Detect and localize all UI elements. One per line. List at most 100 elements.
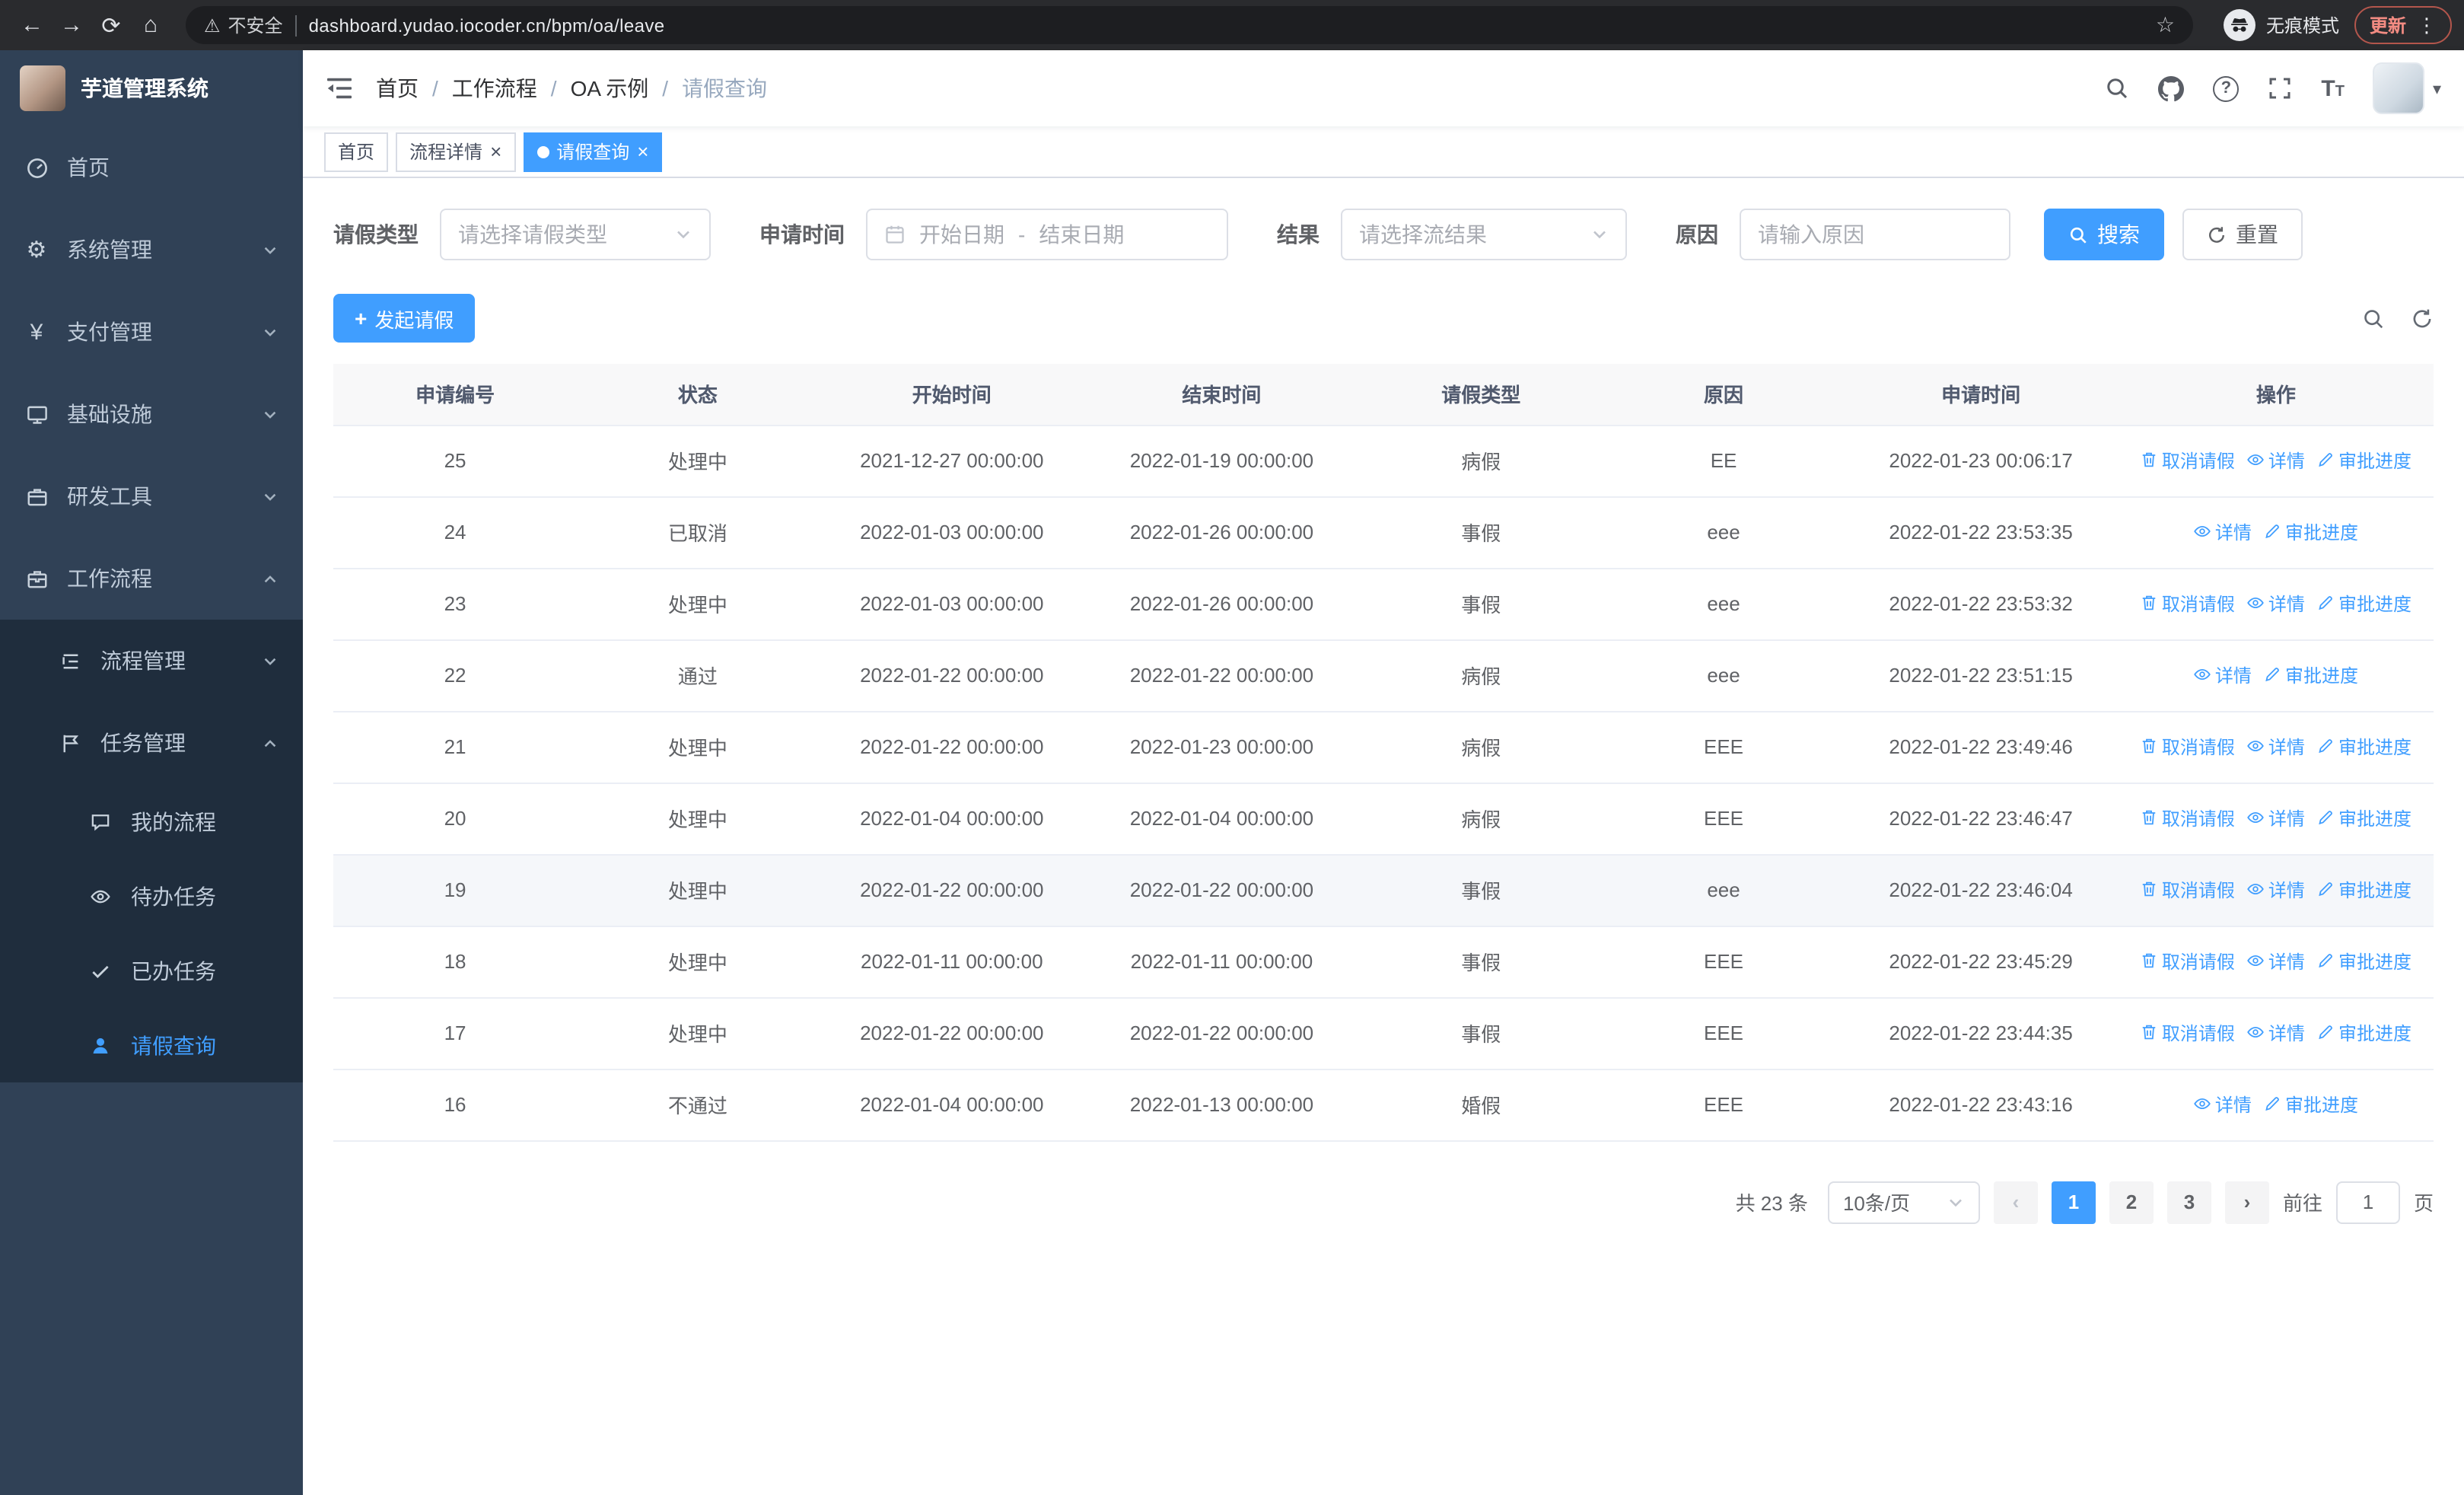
- breadcrumb-item[interactable]: OA 示例: [571, 73, 649, 104]
- cell-apply-no: 22: [333, 639, 578, 712]
- github-icon[interactable]: [2158, 75, 2185, 101]
- warning-icon: ⚠: [204, 14, 221, 36]
- avatar[interactable]: [2373, 62, 2425, 114]
- detail-action[interactable]: 详情: [2247, 805, 2305, 831]
- approval-progress-action[interactable]: 审批进度: [2264, 519, 2358, 545]
- help-icon[interactable]: ?: [2213, 75, 2240, 101]
- cancel-leave-action[interactable]: 取消请假: [2141, 877, 2235, 903]
- sidebar-item-infra[interactable]: 基础设施: [0, 373, 303, 455]
- tab-home[interactable]: 首页: [324, 132, 389, 171]
- browser-reload-button[interactable]: ⟳: [91, 5, 131, 45]
- eye-icon: [2248, 812, 2265, 824]
- user-menu[interactable]: ▾: [2373, 62, 2441, 114]
- sidebar-item-system[interactable]: ⚙ 系统管理: [0, 209, 303, 291]
- sidebar-item-leave-query[interactable]: 请假查询: [0, 1008, 303, 1082]
- cell-reason: EEE: [1603, 926, 1844, 998]
- update-label: 更新: [2369, 15, 2406, 37]
- address-bar[interactable]: ⚠ 不安全 dashboard.yudao.iocoder.cn/bpm/oa/…: [186, 6, 2193, 44]
- approval-progress-action[interactable]: 审批进度: [2317, 448, 2411, 473]
- approval-progress-action[interactable]: 审批进度: [2317, 1020, 2411, 1046]
- cancel-leave-action[interactable]: 取消请假: [2141, 734, 2235, 760]
- incognito-icon: [2223, 9, 2255, 41]
- tab-leave-query[interactable]: 请假查询 ×: [523, 132, 663, 171]
- column-header-status: 状态: [577, 364, 819, 426]
- bookmark-star-icon[interactable]: ☆: [2156, 12, 2175, 38]
- cancel-leave-action[interactable]: 取消请假: [2141, 591, 2235, 617]
- detail-action[interactable]: 详情: [2247, 448, 2305, 473]
- edit-icon: [2319, 1025, 2333, 1040]
- browser-menu-icon[interactable]: ⋮: [2417, 13, 2437, 37]
- create-leave-button[interactable]: + 发起请假: [333, 294, 476, 343]
- cell-status: 不通过: [577, 1069, 819, 1141]
- result-select[interactable]: 请选择流结果: [1341, 209, 1627, 260]
- approval-progress-action[interactable]: 审批进度: [2264, 662, 2358, 688]
- reset-button[interactable]: 重置: [2182, 209, 2303, 260]
- search-button[interactable]: 搜索: [2044, 209, 2164, 260]
- search-icon[interactable]: [2105, 76, 2129, 100]
- sidebar-item-task-mgmt[interactable]: 任务管理: [0, 702, 303, 784]
- active-dot: [536, 145, 549, 158]
- approval-progress-action[interactable]: 审批进度: [2317, 591, 2411, 617]
- breadcrumb-item[interactable]: 工作流程: [452, 73, 537, 104]
- date-range-picker[interactable]: 开始日期 - 结束日期: [866, 209, 1228, 260]
- browser-forward-button[interactable]: →: [52, 5, 91, 45]
- sidebar-item-todo-tasks[interactable]: 待办任务: [0, 859, 303, 933]
- approval-progress-action[interactable]: 审批进度: [2317, 877, 2411, 903]
- cancel-leave-action[interactable]: 取消请假: [2141, 805, 2235, 831]
- detail-action[interactable]: 详情: [2247, 591, 2305, 617]
- detail-action[interactable]: 详情: [2247, 877, 2305, 903]
- approval-progress-action[interactable]: 审批进度: [2317, 948, 2411, 974]
- browser-home-button[interactable]: ⌂: [131, 5, 170, 45]
- sidebar-item-home[interactable]: 首页: [0, 126, 303, 209]
- next-page-button[interactable]: ›: [2224, 1181, 2269, 1223]
- detail-action[interactable]: 详情: [2194, 519, 2252, 545]
- leave-type-select[interactable]: 请选择请假类型: [440, 209, 711, 260]
- close-icon[interactable]: ×: [490, 142, 501, 161]
- eye-icon: [2248, 884, 2265, 895]
- url-text[interactable]: dashboard.yudao.iocoder.cn/bpm/oa/leave: [309, 14, 2156, 36]
- cell-apply-no: 25: [333, 425, 578, 497]
- font-size-icon[interactable]: TT: [2321, 77, 2345, 100]
- cancel-leave-action[interactable]: 取消请假: [2141, 948, 2235, 974]
- goto-page-input[interactable]: [2335, 1181, 2400, 1223]
- sidebar-item-my-process[interactable]: 我的流程: [0, 784, 303, 859]
- detail-action[interactable]: 详情: [2194, 662, 2252, 688]
- fullscreen-icon[interactable]: [2268, 76, 2292, 100]
- cancel-leave-action[interactable]: 取消请假: [2141, 448, 2235, 473]
- reason-input[interactable]: [1740, 209, 2010, 260]
- sidebar-toggle-icon[interactable]: [326, 76, 353, 100]
- cell-status: 通过: [577, 639, 819, 712]
- cancel-leave-action[interactable]: 取消请假: [2141, 1020, 2235, 1046]
- tab-process-detail[interactable]: 流程详情 ×: [396, 132, 516, 171]
- breadcrumb-item[interactable]: 首页: [376, 73, 419, 104]
- table-refresh-icon[interactable]: [2411, 307, 2434, 330]
- sidebar-item-workflow[interactable]: 工作流程: [0, 537, 303, 620]
- sidebar-item-devtools[interactable]: 研发工具: [0, 455, 303, 537]
- detail-action[interactable]: 详情: [2194, 1092, 2252, 1117]
- cell-leave-type: 病假: [1358, 783, 1604, 855]
- sidebar-item-done-tasks[interactable]: 已办任务: [0, 933, 303, 1008]
- approval-progress-action[interactable]: 审批进度: [2317, 805, 2411, 831]
- cell-start-time: 2022-01-04 00:00:00: [818, 783, 1086, 855]
- page-button-2[interactable]: 2: [2109, 1181, 2154, 1223]
- approval-progress-action[interactable]: 审批进度: [2317, 734, 2411, 760]
- prev-page-button[interactable]: ‹: [1993, 1181, 2038, 1223]
- security-warning-chip[interactable]: ⚠ 不安全: [204, 12, 283, 38]
- approval-progress-action[interactable]: 审批进度: [2264, 1092, 2358, 1117]
- detail-action[interactable]: 详情: [2247, 1020, 2305, 1046]
- page-button-3[interactable]: 3: [2166, 1181, 2211, 1223]
- table-search-toggle-icon[interactable]: [2362, 307, 2385, 330]
- briefcase-icon: [24, 566, 49, 591]
- sidebar-item-process-mgmt[interactable]: 流程管理: [0, 620, 303, 702]
- eye-icon: [2248, 454, 2265, 466]
- close-icon[interactable]: ×: [637, 142, 648, 161]
- incognito-label: 无痕模式: [2265, 15, 2339, 37]
- page-size-select[interactable]: 10条/页: [1827, 1181, 1980, 1223]
- detail-action[interactable]: 详情: [2247, 734, 2305, 760]
- page-button-1[interactable]: 1: [2051, 1181, 2096, 1223]
- browser-update-button[interactable]: 更新 ⋮: [2354, 6, 2452, 44]
- sidebar-item-payment[interactable]: ¥ 支付管理: [0, 291, 303, 373]
- app-logo[interactable]: 芋道管理系统: [0, 50, 303, 126]
- browser-back-button[interactable]: ←: [12, 5, 52, 45]
- detail-action[interactable]: 详情: [2247, 948, 2305, 974]
